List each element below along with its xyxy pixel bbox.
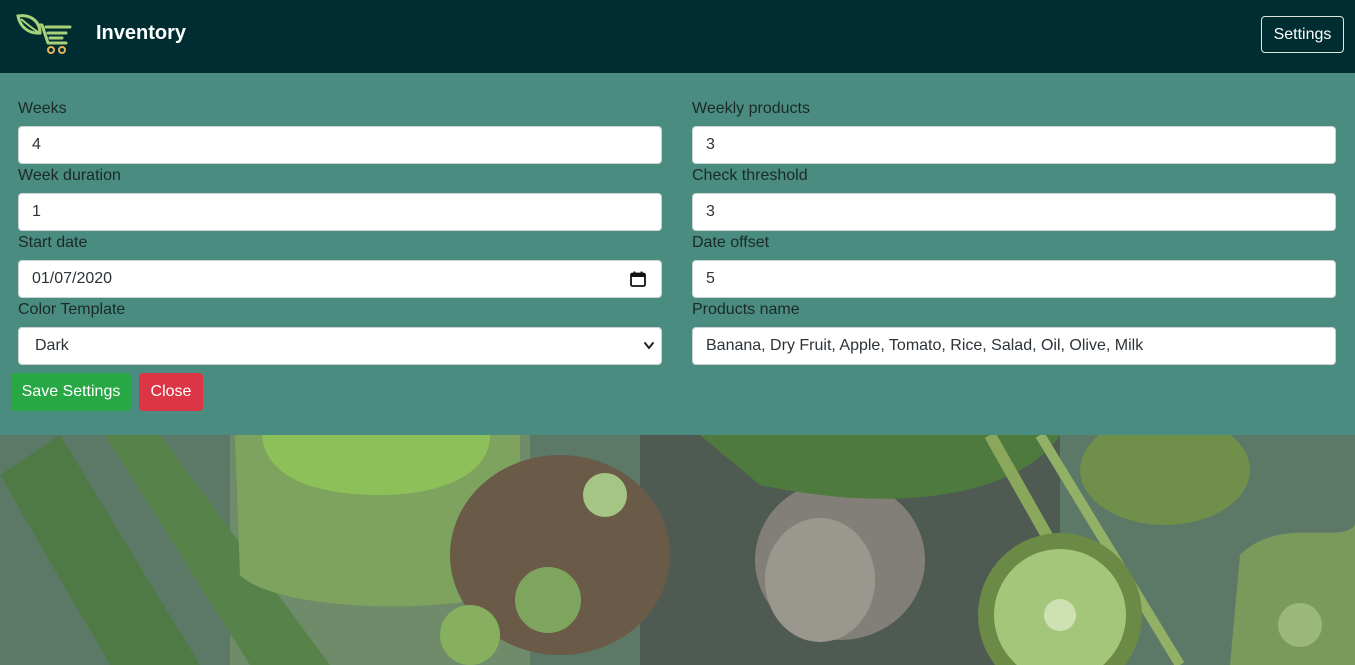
date-offset-input[interactable]: 5 — [692, 260, 1336, 298]
week-duration-input[interactable]: 1 — [18, 193, 662, 231]
leaf-cart-logo-icon[interactable] — [16, 13, 72, 55]
color-template-select[interactable]: Dark — [18, 327, 662, 365]
start-date-value: 01/07/2020 — [32, 270, 113, 287]
date-offset-value: 5 — [706, 270, 715, 287]
check-threshold-label: Check threshold — [692, 167, 808, 184]
vegetables-illustration — [0, 435, 1355, 665]
settings-button[interactable]: Settings — [1261, 16, 1344, 53]
weekly-products-input[interactable]: 3 — [692, 126, 1336, 164]
weeks-label: Weeks — [18, 100, 67, 117]
brand-title[interactable]: Inventory — [96, 21, 186, 45]
weekly-products-label: Weekly products — [692, 100, 810, 117]
chevron-down-icon — [644, 342, 654, 349]
products-name-input[interactable]: Banana, Dry Fruit, Apple, Tomato, Rice, … — [692, 327, 1336, 365]
products-name-label: Products name — [692, 301, 800, 318]
settings-panel: Weeks 4 Weekly products 3 Week duration … — [0, 73, 1355, 435]
week-duration-value: 1 — [32, 203, 41, 220]
close-button[interactable]: Close — [139, 373, 203, 411]
calendar-icon[interactable] — [630, 271, 646, 287]
check-threshold-value: 3 — [706, 203, 715, 220]
color-template-label: Color Template — [18, 301, 126, 318]
week-duration-label: Week duration — [18, 167, 121, 184]
check-threshold-input[interactable]: 3 — [692, 193, 1336, 231]
start-date-label: Start date — [18, 234, 88, 251]
weeks-input[interactable]: 4 — [18, 126, 662, 164]
weeks-value: 4 — [32, 136, 41, 153]
date-offset-label: Date offset — [692, 234, 770, 251]
products-name-value: Banana, Dry Fruit, Apple, Tomato, Rice, … — [706, 337, 1144, 354]
navbar: Inventory Settings — [0, 0, 1355, 73]
color-template-value: Dark — [35, 337, 69, 354]
save-settings-button[interactable]: Save Settings — [11, 373, 131, 411]
start-date-input[interactable]: 01/07/2020 — [18, 260, 662, 298]
weekly-products-value: 3 — [706, 136, 715, 153]
background-vegetables-photo — [0, 435, 1355, 665]
